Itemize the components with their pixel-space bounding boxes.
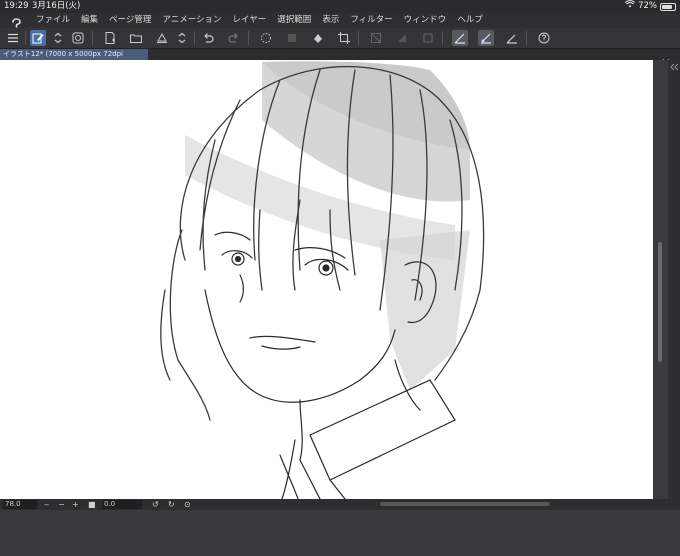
snap-special-icon[interactable] xyxy=(504,30,520,46)
double-chevron-left-icon[interactable] xyxy=(668,62,680,72)
clock: 19:29 xyxy=(4,1,29,11)
battery-icon xyxy=(660,2,676,11)
zoom-in-button[interactable]: + xyxy=(72,499,79,510)
chevron-updown-icon[interactable] xyxy=(174,30,190,46)
document-tab-row: イラスト12* (7000 x 5000px 72dpi 78.0%) xyxy=(0,49,680,69)
side-panel-handle[interactable] xyxy=(668,60,680,500)
bottom-status-bar: 78.0 ‒ − + ■ 0.0 ↺ ↻ ⊙ xyxy=(0,499,680,510)
help-icon[interactable] xyxy=(536,30,552,46)
new-file-icon[interactable] xyxy=(102,30,118,46)
wifi-icon xyxy=(624,0,636,13)
command-bar xyxy=(0,28,680,49)
menu-animation[interactable]: アニメーション xyxy=(162,13,221,28)
redo-icon[interactable] xyxy=(226,30,242,46)
status-bar: 19:29 3月16日(火) 72% xyxy=(0,0,680,13)
fit-icon[interactable]: ■ xyxy=(88,499,96,510)
canvas-workspace xyxy=(0,60,668,499)
sketch-illustration xyxy=(160,61,485,499)
app-logo-icon[interactable] xyxy=(10,14,23,28)
rotation-field[interactable]: 0.0 xyxy=(102,500,142,509)
clear-icon[interactable] xyxy=(284,30,300,46)
snap-line-icon[interactable] xyxy=(452,30,468,46)
save-icon[interactable] xyxy=(154,30,170,46)
battery-percent: 72% xyxy=(638,1,657,11)
fill-icon[interactable] xyxy=(310,30,326,46)
zoom-slider-start-icon[interactable]: ‒ xyxy=(44,499,49,510)
menu-window[interactable]: ウィンドウ xyxy=(404,13,447,28)
rotate-right-icon[interactable]: ↻ xyxy=(168,499,175,510)
menu-view[interactable]: 表示 xyxy=(322,13,339,28)
loading-icon[interactable] xyxy=(258,30,274,46)
crop-icon[interactable] xyxy=(336,30,352,46)
copy-icon[interactable] xyxy=(70,30,86,46)
menu-selection[interactable]: 選択範囲 xyxy=(277,13,311,28)
lock-icon[interactable] xyxy=(420,30,436,46)
undo-icon[interactable] xyxy=(200,30,216,46)
ruler-icon[interactable] xyxy=(394,30,410,46)
pen-tool-icon[interactable] xyxy=(30,30,46,46)
open-folder-icon[interactable] xyxy=(128,30,144,46)
transform-icon[interactable] xyxy=(368,30,384,46)
document-tab[interactable]: イラスト12* (7000 x 5000px 72dpi 78.0%) xyxy=(0,49,148,69)
zoom-field[interactable]: 78.0 xyxy=(3,500,37,509)
menu-help[interactable]: ヘルプ xyxy=(457,13,483,28)
horizontal-scrollbar[interactable] xyxy=(380,502,550,506)
drawing-canvas[interactable] xyxy=(0,60,653,499)
menu-page[interactable]: ページ管理 xyxy=(109,13,151,28)
chevron-updown-icon[interactable] xyxy=(50,30,66,46)
zoom-out-button[interactable]: − xyxy=(58,499,65,510)
rotate-left-icon[interactable]: ↺ xyxy=(152,499,159,510)
snap-ruler-icon[interactable] xyxy=(478,30,494,46)
reset-rotation-icon[interactable]: ⊙ xyxy=(184,499,191,510)
vertical-scrollbar[interactable] xyxy=(655,122,665,556)
menu-items: ファイル 編集 ページ管理 アニメーション レイヤー 選択範囲 表示 フィルター… xyxy=(36,13,483,28)
menu-layer[interactable]: レイヤー xyxy=(233,13,267,28)
status-right: 72% xyxy=(624,0,676,13)
scrollbar-thumb[interactable] xyxy=(658,242,662,362)
menu-icon[interactable] xyxy=(5,30,21,46)
menu-file[interactable]: ファイル xyxy=(36,13,70,28)
menu-filter[interactable]: フィルター xyxy=(350,13,392,28)
date: 3月16日(火) xyxy=(32,1,81,11)
menu-edit[interactable]: 編集 xyxy=(81,13,98,28)
menu-bar: ファイル 編集 ページ管理 アニメーション レイヤー 選択範囲 表示 フィルター… xyxy=(0,13,680,28)
